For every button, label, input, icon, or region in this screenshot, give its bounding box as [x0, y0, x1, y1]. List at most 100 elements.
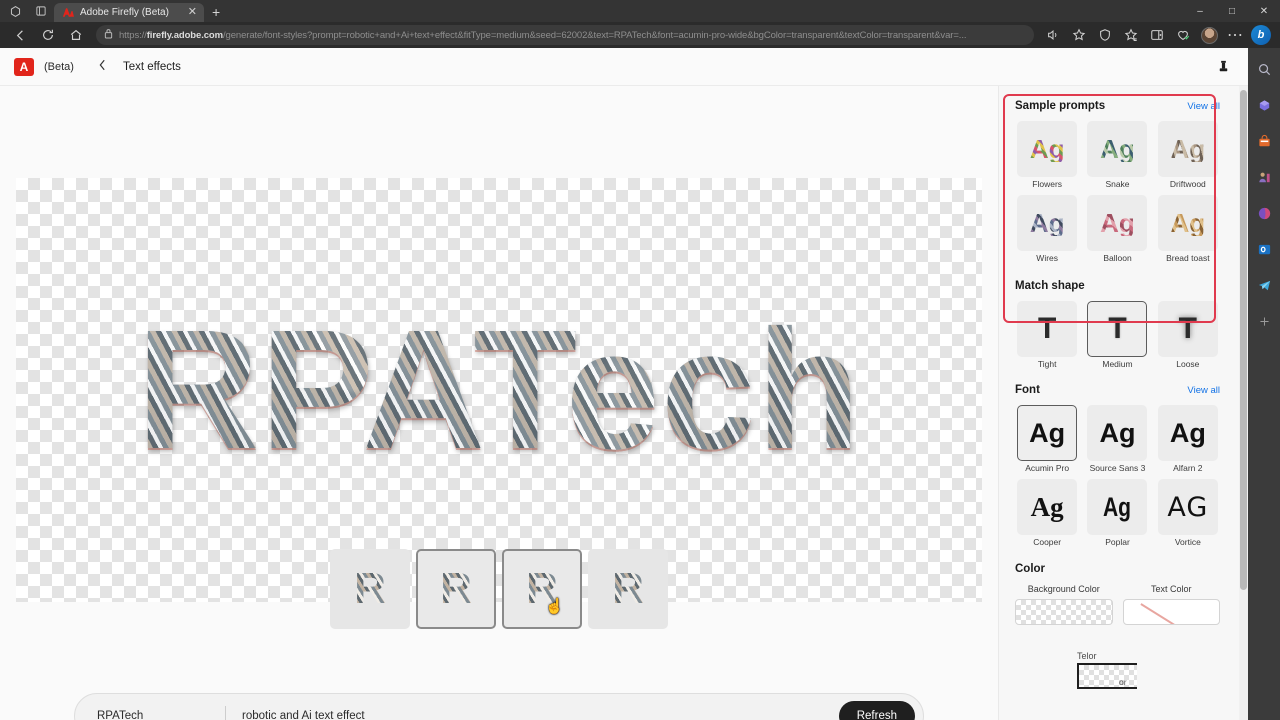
add-sidebar-icon[interactable] — [1253, 310, 1275, 332]
sample-prompt-label: Bread toast — [1166, 253, 1210, 264]
tab-actions-icon[interactable] — [28, 1, 54, 21]
new-tab-button[interactable]: + — [204, 5, 228, 19]
font-label: Alfarn 2 — [1173, 463, 1203, 474]
font-source-sans-3[interactable]: Ag Source Sans 3 — [1085, 405, 1149, 473]
sample-prompt-wires[interactable]: Ag Wires — [1015, 195, 1079, 263]
search-icon[interactable] — [1253, 58, 1275, 80]
background-color-swatch[interactable] — [1015, 598, 1113, 625]
window-controls: – □ ✕ — [1184, 0, 1280, 22]
bing-copilot-icon[interactable]: b — [1248, 24, 1274, 46]
tab-close-icon[interactable]: ✕ — [186, 7, 199, 18]
firefly-body: RPATech R R R ☝ R RPATech robotic and Ai… — [0, 86, 1248, 720]
sample-preview: Ag — [1029, 134, 1065, 164]
adobe-firefly-logo[interactable]: A — [14, 57, 34, 76]
brave-shield-icon[interactable] — [1092, 24, 1118, 46]
font-poplar[interactable]: Ag Poplar — [1085, 479, 1149, 547]
variant-glyph: R — [440, 564, 472, 613]
match-shape-loose[interactable]: T Loose — [1156, 300, 1220, 369]
font-preview: Ag — [1099, 417, 1136, 448]
favorites-star-icon[interactable] — [1066, 24, 1092, 46]
font-preview: Ag — [1169, 417, 1206, 448]
font-label: Source Sans 3 — [1089, 463, 1146, 474]
read-aloud-icon[interactable] — [1040, 24, 1066, 46]
adobe-firefly-favicon — [62, 7, 74, 19]
sample-prompts-view-all[interactable]: View all — [1187, 101, 1220, 112]
refresh-icon[interactable] — [34, 24, 62, 46]
render-artifact-label: Telor — [1077, 651, 1097, 661]
copilot-icon[interactable] — [1253, 94, 1275, 116]
match-shape-grid: T Tight T Medium T Loose — [1015, 300, 1220, 369]
variant-thumbnail-1[interactable]: R — [330, 549, 410, 629]
variant-thumbnail-2[interactable]: R — [416, 549, 496, 629]
outlook-icon[interactable] — [1253, 238, 1275, 260]
font-vortice[interactable]: AG Vortice — [1156, 479, 1220, 547]
back-arrow-icon[interactable] — [6, 24, 34, 46]
font-view-all[interactable]: View all — [1187, 385, 1220, 396]
text-color-swatch[interactable] — [1122, 598, 1220, 625]
window-maximize-button[interactable]: □ — [1216, 0, 1248, 22]
match-shape-medium[interactable]: T Medium — [1085, 300, 1149, 369]
sample-prompt-bread-toast[interactable]: Ag Bread toast — [1156, 195, 1220, 263]
font-preview: Ag — [1030, 491, 1064, 522]
settings-panel: Sample prompts View all Ag Flowers Ag Sn… — [998, 86, 1248, 720]
font-title: Font — [1015, 384, 1040, 397]
match-shape-title: Match shape — [1015, 279, 1085, 292]
tabstrip-left-icons: Adobe Firefly (Beta) ✕ + — [0, 0, 228, 22]
sample-prompt-label: Balloon — [1103, 253, 1132, 264]
sample-prompt-balloon[interactable]: Ag Balloon — [1085, 195, 1149, 263]
font-label: Cooper — [1033, 537, 1062, 548]
hand-pointer-cursor: ☝ — [545, 598, 564, 615]
browser-toolbar: https://firefly.adobe.com/generate/font-… — [0, 22, 1280, 48]
window-close-button[interactable]: ✕ — [1248, 0, 1280, 22]
telegram-icon[interactable] — [1253, 274, 1275, 296]
font-cooper[interactable]: Ag Cooper — [1015, 479, 1079, 547]
address-bar[interactable]: https://firefly.adobe.com/generate/font-… — [96, 25, 1034, 45]
collections-icon[interactable] — [1118, 24, 1144, 46]
generated-text-glyphs: RPATech — [16, 178, 982, 602]
generated-text-artwork[interactable]: RPATech — [16, 178, 982, 602]
hero-text: RPATech — [136, 292, 862, 488]
sample-prompts-title: Sample prompts — [1015, 100, 1106, 112]
sample-prompt-flowers[interactable]: Ag Flowers — [1015, 121, 1079, 189]
canvas-column: RPATech R R R ☝ R RPATech robotic and Ai… — [0, 86, 998, 720]
sample-prompt-snake[interactable]: Ag Snake — [1085, 121, 1149, 189]
variant-thumbnail-3[interactable]: R ☝ — [502, 549, 582, 629]
panel-scrollbar-thumb[interactable] — [1240, 90, 1247, 590]
chevron-left-icon[interactable] — [92, 59, 113, 74]
prompt-input[interactable]: robotic and Ai text effect — [242, 710, 839, 720]
font-acumin-pro[interactable]: Ag Acumin Pro — [1015, 405, 1079, 473]
variant-thumbnails: R R R ☝ R — [0, 549, 998, 629]
firefly-page: A (Beta) Text effects RPATech R R R ☝ R … — [0, 48, 1248, 720]
profile-avatar[interactable] — [1196, 24, 1222, 46]
office-icon[interactable] — [1253, 202, 1275, 224]
workspaces-icon[interactable] — [2, 1, 28, 21]
render-artifact-fragment: or — [1119, 677, 1127, 687]
panel-scrollbar[interactable] — [1239, 86, 1248, 720]
background-color-label: Background Color — [1027, 583, 1100, 594]
adobe-firefly-logo-glyph: A — [19, 59, 29, 74]
sample-prompt-driftwood[interactable]: Ag Driftwood — [1156, 121, 1220, 189]
sample-prompt-label: Wires — [1036, 253, 1059, 264]
browser-essentials-icon[interactable] — [1170, 24, 1196, 46]
font-label: Vortice — [1174, 537, 1201, 548]
address-bar-url: https://firefly.adobe.com/generate/font-… — [119, 29, 967, 41]
contacts-icon[interactable] — [1253, 166, 1275, 188]
home-icon[interactable] — [62, 24, 90, 46]
font-alfarn-2[interactable]: Ag Alfarn 2 — [1156, 405, 1220, 473]
panel-scroll-area[interactable]: Sample prompts View all Ag Flowers Ag Sn… — [999, 86, 1234, 720]
variant-thumbnail-4[interactable]: R — [588, 549, 668, 629]
window-minimize-button[interactable]: – — [1184, 0, 1216, 22]
render-artifact-overlay: Telor or — [1077, 651, 1137, 689]
shopping-bag-icon[interactable] — [1253, 130, 1275, 152]
refresh-button[interactable]: Refresh — [838, 701, 915, 720]
split-screen-icon[interactable] — [1144, 24, 1170, 46]
text-input[interactable]: RPATech — [97, 710, 225, 720]
browser-tab-adobe-firefly[interactable]: Adobe Firefly (Beta) ✕ — [54, 3, 204, 22]
variant-glyph: R — [354, 564, 386, 613]
share-icon[interactable] — [1212, 56, 1234, 78]
match-shape-tight[interactable]: T Tight — [1015, 300, 1079, 369]
sample-prompt-label: Snake — [1105, 179, 1130, 189]
more-options-icon[interactable]: ⋯ — [1222, 24, 1248, 46]
match-shape-preview: T — [1108, 311, 1127, 345]
color-controls: Background Color Text Color — [1015, 584, 1220, 625]
